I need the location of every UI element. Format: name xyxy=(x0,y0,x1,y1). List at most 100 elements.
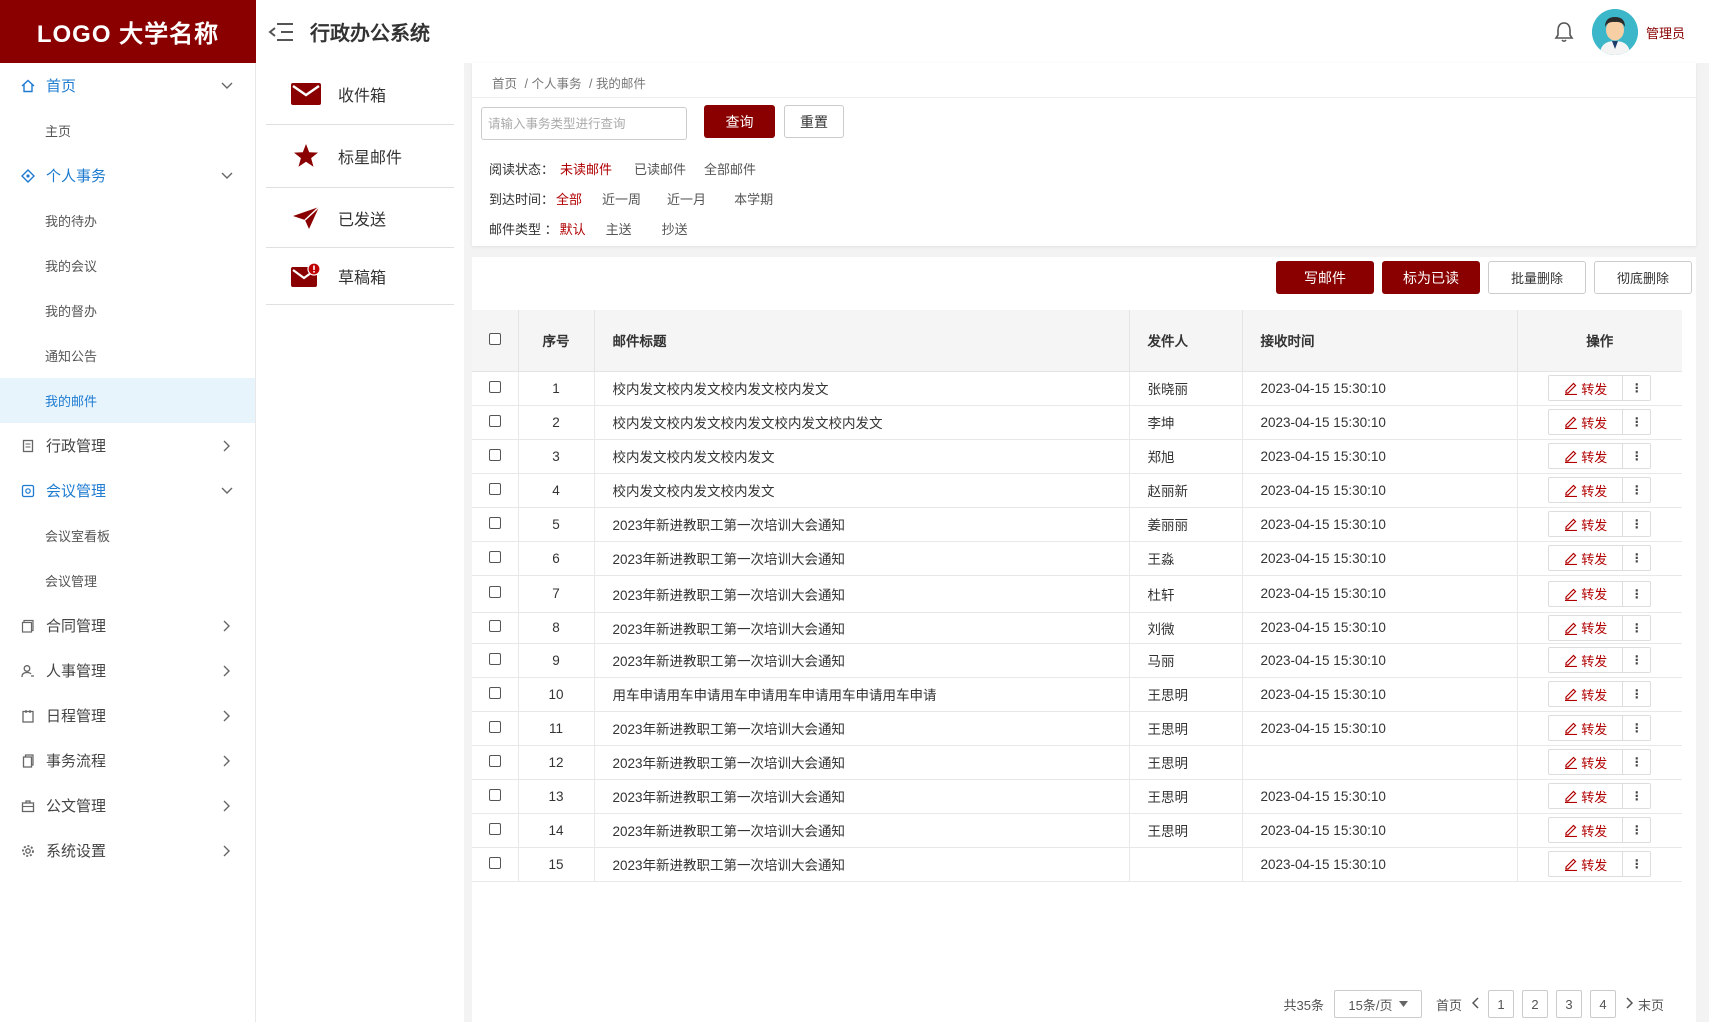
breadcrumb-personal[interactable]: / 个人事务 xyxy=(525,77,582,91)
folder-drafts[interactable]: 草稿箱 xyxy=(266,248,454,305)
table-row[interactable]: 5 2023年新进教职工第一次培训大会通知 姜丽丽 2023-04-15 15:30:… xyxy=(472,507,1682,542)
table-row[interactable]: 12 2023年新进教职工第一次培训大会通知 王思明 转发 ⋮ xyxy=(472,745,1682,780)
bell-icon[interactable] xyxy=(1550,18,1578,46)
table-row[interactable]: 11 2023年新进教职工第一次培训大会通知 王思明 2023-04-15 15:30… xyxy=(472,711,1682,746)
cell-title[interactable]: 用车申请用车申请用车申请用车申请用车申请用车申请 xyxy=(594,677,1130,712)
search-input[interactable] xyxy=(481,107,687,140)
sidebar-item-home[interactable]: 首页 xyxy=(0,63,255,108)
purge-button[interactable]: 彻底删除 xyxy=(1594,261,1692,294)
user-name[interactable]: 管理员 xyxy=(1646,23,1685,42)
page-button-3[interactable]: 3 xyxy=(1555,990,1582,1018)
forward-button[interactable]: 转发 xyxy=(1548,783,1624,809)
page-button-2[interactable]: 2 xyxy=(1521,990,1548,1018)
filter-option-month[interactable]: 近一月 xyxy=(667,189,706,208)
cell-title[interactable]: 2023年新进教职工第一次培训大会通知 xyxy=(594,711,1130,746)
sidebar-item-schedule[interactable]: 日程管理 xyxy=(0,693,255,738)
forward-button[interactable]: 转发 xyxy=(1548,681,1624,707)
filter-option-term[interactable]: 本学期 xyxy=(734,189,773,208)
row-checkbox[interactable] xyxy=(488,788,501,801)
reset-button[interactable]: 重置 xyxy=(784,105,844,138)
sidebar-item-hr[interactable]: 人事管理 xyxy=(0,648,255,693)
filter-option-week[interactable]: 近一周 xyxy=(602,189,641,208)
more-options-icon[interactable]: ⋮ xyxy=(1623,647,1652,673)
sidebar-item-document[interactable]: 公文管理 xyxy=(0,783,255,828)
table-row[interactable]: 6 2023年新进教职工第一次培训大会通知 王淼 2023-04-15 15:30:1… xyxy=(472,541,1682,576)
more-options-icon[interactable]: ⋮ xyxy=(1623,375,1652,401)
query-button[interactable]: 查询 xyxy=(704,105,775,138)
last-page-link[interactable]: 末页 xyxy=(1638,995,1664,1014)
sidebar-subitem-my-meeting[interactable]: 我的会议 xyxy=(0,243,255,288)
sidebar-subitem-notice[interactable]: 通知公告 xyxy=(0,333,255,378)
next-page-icon[interactable] xyxy=(1626,996,1634,1012)
row-checkbox[interactable] xyxy=(488,414,501,427)
sidebar-item-personal[interactable]: 个人事务 xyxy=(0,153,255,198)
row-checkbox[interactable] xyxy=(488,686,501,699)
more-options-icon[interactable]: ⋮ xyxy=(1623,681,1652,707)
forward-button[interactable]: 转发 xyxy=(1548,511,1624,537)
more-options-icon[interactable]: ⋮ xyxy=(1623,783,1652,809)
select-all-checkbox[interactable] xyxy=(488,332,501,345)
table-row[interactable]: 14 2023年新进教职工第一次培训大会通知 王思明 2023-04-15 15:30… xyxy=(472,813,1682,848)
cell-title[interactable]: 校内发文校内发文校内发文 xyxy=(594,439,1130,474)
table-row[interactable]: 10 用车申请用车申请用车申请用车申请用车申请用车申请 王思明 2023-04-15 … xyxy=(472,677,1682,712)
sidebar-subitem-main[interactable]: 主页 xyxy=(0,108,255,153)
compose-button[interactable]: 写邮件 xyxy=(1276,261,1374,294)
sidebar-subitem-supervise[interactable]: 我的督办 xyxy=(0,288,255,333)
sidebar-item-admin[interactable]: 行政管理 xyxy=(0,423,255,468)
table-row[interactable]: 1 校内发文校内发文校内发文校内发文 张晓丽 2023-04-15 15:30:10 转… xyxy=(472,371,1682,406)
cell-title[interactable]: 校内发文校内发文校内发文校内发文校内发文 xyxy=(594,405,1130,440)
more-options-icon[interactable]: ⋮ xyxy=(1623,749,1652,775)
more-options-icon[interactable]: ⋮ xyxy=(1623,443,1652,469)
more-options-icon[interactable]: ⋮ xyxy=(1623,511,1652,537)
more-options-icon[interactable]: ⋮ xyxy=(1623,851,1652,877)
cell-title[interactable]: 2023年新进教职工第一次培训大会通知 xyxy=(594,541,1130,576)
more-options-icon[interactable]: ⋮ xyxy=(1623,614,1652,641)
sidebar-item-meeting[interactable]: 会议管理 xyxy=(0,468,255,513)
row-checkbox[interactable] xyxy=(488,620,501,632)
page-size-select[interactable]: 15条/页 xyxy=(1333,990,1422,1018)
filter-option-main[interactable]: 主送 xyxy=(606,219,632,238)
forward-button[interactable]: 转发 xyxy=(1548,375,1624,401)
sidebar-subitem-meeting-mgmt[interactable]: 会议管理 xyxy=(0,558,255,603)
cell-title[interactable]: 2023年新进教职工第一次培训大会通知 xyxy=(594,813,1130,848)
cell-title[interactable]: 2023年新进教职工第一次培训大会通知 xyxy=(594,779,1130,814)
page-button-1[interactable]: 1 xyxy=(1487,990,1514,1018)
row-checkbox[interactable] xyxy=(488,448,501,461)
mark-read-button[interactable]: 标为已读 xyxy=(1382,261,1480,294)
filter-option-unread[interactable]: 未读邮件 xyxy=(560,159,612,178)
more-options-icon[interactable]: ⋮ xyxy=(1623,715,1652,741)
cell-title[interactable]: 校内发文校内发文校内发文校内发文 xyxy=(594,371,1130,406)
forward-button[interactable]: 转发 xyxy=(1548,580,1624,607)
table-row[interactable]: 9 2023年新进教职工第一次培训大会通知 马丽 2023-04-15 15:30:1… xyxy=(472,643,1682,678)
cell-title[interactable]: 2023年新进教职工第一次培训大会通知 xyxy=(594,507,1130,542)
sidebar-item-workflow[interactable]: 事务流程 xyxy=(0,738,255,783)
more-options-icon[interactable]: ⋮ xyxy=(1623,817,1652,843)
row-checkbox[interactable] xyxy=(488,856,501,869)
forward-button[interactable]: 转发 xyxy=(1548,817,1624,843)
row-checkbox[interactable] xyxy=(488,380,501,393)
prev-page-icon[interactable] xyxy=(1471,996,1480,1012)
sidebar-subitem-mail[interactable]: 我的邮件 xyxy=(0,378,255,423)
forward-button[interactable]: 转发 xyxy=(1548,715,1624,741)
cell-title[interactable]: 2023年新进教职工第一次培训大会通知 xyxy=(594,847,1130,882)
table-row[interactable]: 8 2023年新进教职工第一次培训大会通知 刘微 2023-04-15 15:30:1… xyxy=(472,612,1682,644)
more-options-icon[interactable]: ⋮ xyxy=(1623,580,1652,607)
filter-option-all-mail[interactable]: 全部邮件 xyxy=(704,159,756,178)
first-page-link[interactable]: 首页 xyxy=(1436,995,1462,1014)
folder-inbox[interactable]: 收件箱 xyxy=(266,63,454,125)
cell-title[interactable]: 2023年新进教职工第一次培训大会通知 xyxy=(594,643,1130,678)
filter-option-cc[interactable]: 抄送 xyxy=(662,219,688,238)
row-checkbox[interactable] xyxy=(488,482,501,495)
batch-delete-button[interactable]: 批量删除 xyxy=(1488,261,1586,294)
forward-button[interactable]: 转发 xyxy=(1548,477,1624,503)
forward-button[interactable]: 转发 xyxy=(1548,647,1624,673)
folder-starred[interactable]: 标星邮件 xyxy=(266,125,454,188)
forward-button[interactable]: 转发 xyxy=(1548,851,1624,877)
forward-button[interactable]: 转发 xyxy=(1548,409,1624,435)
forward-button[interactable]: 转发 xyxy=(1548,749,1624,775)
cell-title[interactable]: 2023年新进教职工第一次培训大会通知 xyxy=(594,575,1130,613)
row-checkbox[interactable] xyxy=(488,586,501,598)
sidebar-subitem-todo[interactable]: 我的待办 xyxy=(0,198,255,243)
cell-title[interactable]: 2023年新进教职工第一次培训大会通知 xyxy=(594,745,1130,780)
filter-option-default[interactable]: 默认 xyxy=(560,219,586,238)
